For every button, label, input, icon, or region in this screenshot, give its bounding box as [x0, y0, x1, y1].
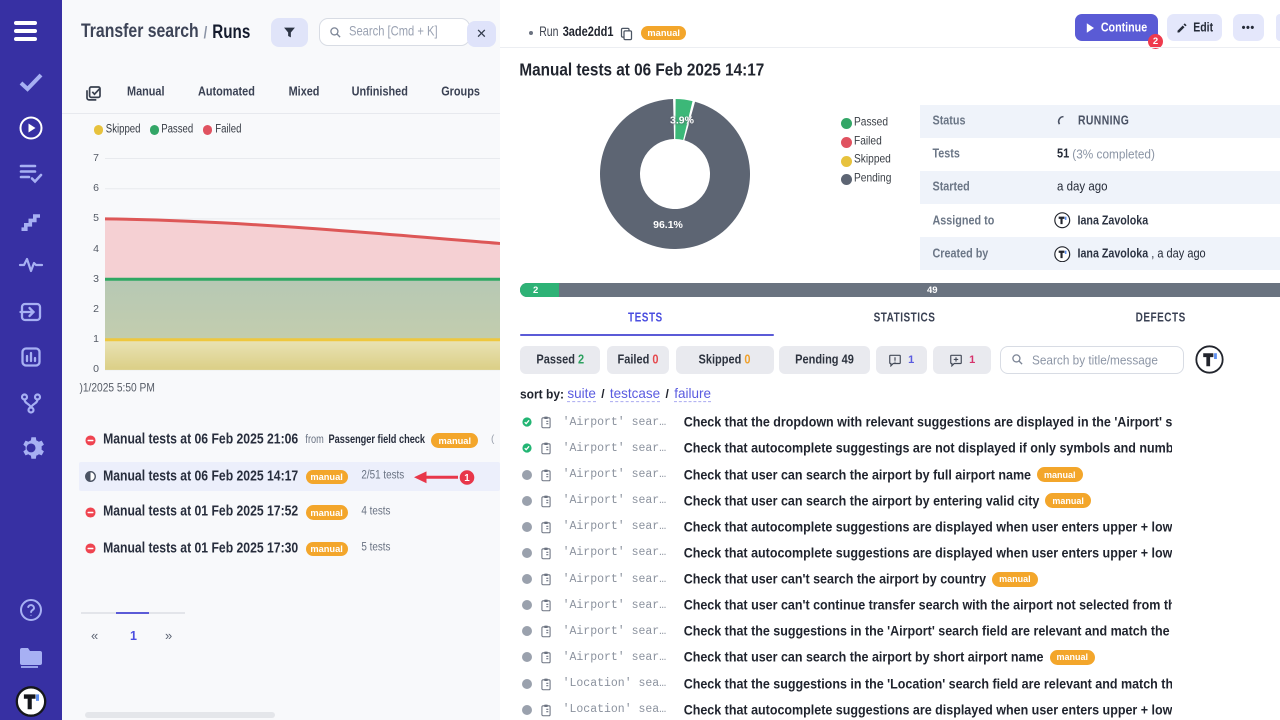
svg-text:1: 1 — [464, 473, 470, 484]
svg-text:96.1%: 96.1% — [653, 219, 683, 231]
svg-text:3.9%: 3.9% — [670, 115, 695, 127]
